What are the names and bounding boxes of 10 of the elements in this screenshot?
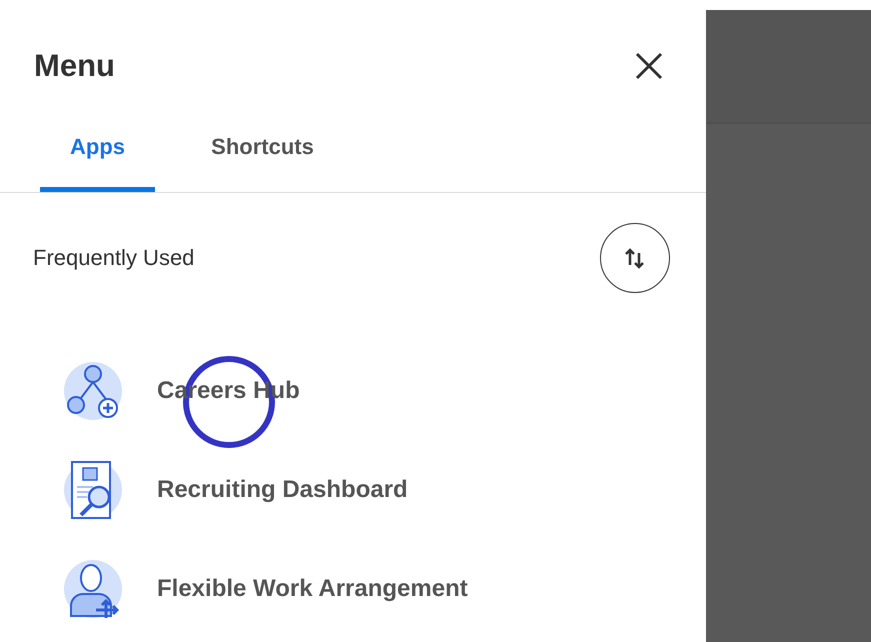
section-title: Frequently Used [33,245,194,271]
app-item[interactable]: Flexible Work Arrangement [62,558,706,620]
app-item[interactable]: Recruiting Dashboard [62,459,706,521]
document-search-icon [62,459,124,521]
tab[interactable]: Shortcuts [205,126,320,192]
people-network-icon [62,360,124,422]
close-icon[interactable] [634,51,664,81]
tab[interactable]: Apps [40,126,155,192]
menu-title: Menu [34,48,115,84]
person-arrows-icon [62,558,124,620]
